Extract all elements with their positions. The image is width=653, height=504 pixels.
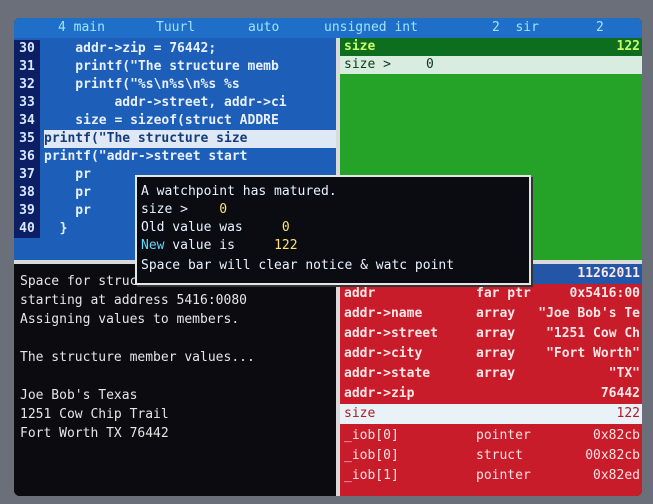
console-line: Joe Bob's Texas [20,388,138,403]
watch-header-value: 122 [616,39,640,54]
console-line: Space for struc [20,274,138,289]
notice-new-line: New value is 122 [141,237,298,255]
watch-header: size 122 [340,38,642,56]
console-line: starting at address 5416:0080 [20,293,247,308]
notice-new-word: New [141,238,165,253]
watch-row-name: size > [344,57,391,72]
inspector-row[interactable]: addr far ptr 0x5416:00 [340,284,642,304]
notice-title: A watchpoint has matured. [141,184,337,199]
inspector-sub-row[interactable]: _iob[0] struct 00x82cb [340,446,642,466]
notice-old-value: 0 [281,220,290,235]
notice-hint: Space bar will clear notice & watc point [141,258,455,273]
source-line-current[interactable]: 35 printf("The structure size [14,130,336,148]
console-line: Fort Worth TX 76442 [20,426,169,441]
source-line[interactable]: 32 printf("%s\n%s\n%s %s [14,76,336,94]
watch-row-value: 0 [426,57,434,72]
notice-new-label: value is [164,238,235,253]
inspector-row[interactable]: addr->zip 76442 [340,384,642,404]
output-console: Space for struc starting at address 5416… [14,264,336,496]
inspector-pane[interactable]: 11262011 addr far ptr 0x5416:00 addr->name… [340,264,642,496]
status-bar: 4 main Tuurl auto unsigned int 2 sir 2 [14,18,642,38]
notice-old-line: Old value was 0 [141,219,290,237]
status-mode: 4 main [58,20,105,35]
inspector-header-value: 11262011 [577,266,640,281]
status-type: unsigned int [324,20,418,35]
watchpoint-notice-dialog[interactable]: A watchpoint has matured. size > 0 Old v… [135,175,531,285]
status-right1: 2 sir [492,20,539,35]
source-line[interactable]: 34 size = sizeof(struct ADDRE [14,112,336,130]
source-line[interactable]: 30 addr->zip = 76442; [14,40,336,58]
source-line[interactable]: 31 printf("The structure memb [14,58,336,76]
source-line[interactable]: 33 addr->street, addr->ci [14,94,336,112]
console-line: 1251 Cow Chip Trail [20,407,169,422]
notice-old-label: Old value was [141,220,243,235]
source-line[interactable]: 36 printf("addr->street start [14,148,336,166]
watch-header-label: size [344,39,376,54]
inspector-row[interactable]: addr->name array "Joe Bob's Te [340,304,642,324]
console-line: The structure member values... [20,350,255,365]
watch-row[interactable]: size > 0 [340,56,642,74]
inspector-row[interactable]: addr->city array "Fort Worth" [340,344,642,364]
status-view: Tuurl [156,20,196,35]
debugger-screen: 4 main Tuurl auto unsigned int 2 sir 2 3… [14,18,642,496]
inspector-sub-row[interactable]: _iob[0] pointer 0x82cb [340,426,642,446]
inspector-row[interactable]: addr->street array "1251 Cow Ch [340,324,642,344]
status-right2: 2 [596,20,604,35]
console-line: Assigning values to members. [20,312,240,327]
notice-size-value: 0 [219,202,228,217]
inspector-row[interactable]: addr->state array "TX" [340,364,642,384]
inspector-sub-row[interactable]: _iob[1] pointer 0x82ed [340,466,642,486]
status-auto: auto [248,20,280,35]
notice-new-value: 122 [274,238,298,253]
notice-size-line: size > 0 [141,201,227,219]
inspector-selected-row[interactable]: size 122 [340,404,642,424]
notice-size-label: size > [141,202,188,217]
